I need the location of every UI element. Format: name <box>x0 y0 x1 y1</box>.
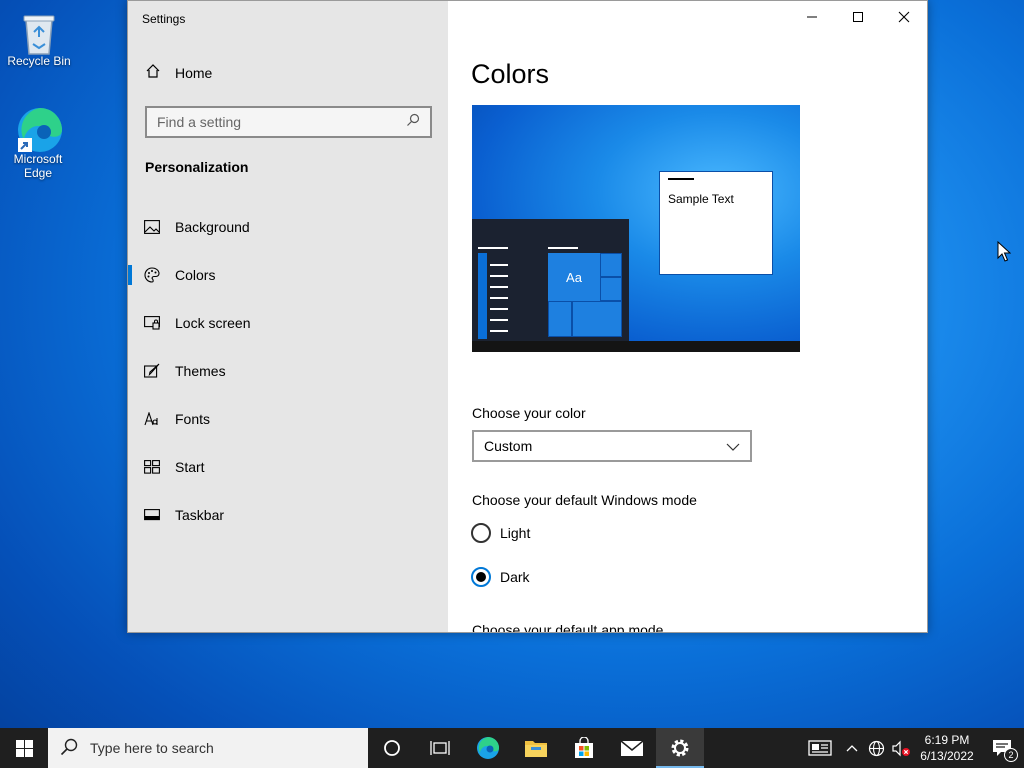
notification-badge: 2 <box>1004 748 1018 762</box>
taskbar-settings-button[interactable] <box>656 728 704 768</box>
dark-label: Dark <box>500 569 530 585</box>
news-button[interactable] <box>800 728 840 768</box>
preview-start-menu: Aa <box>472 219 629 341</box>
app-mode-label: Choose your default app mode <box>472 622 664 632</box>
nav-item-label: Background <box>175 219 250 235</box>
volume-button[interactable] <box>888 728 914 768</box>
lock-screen-icon <box>144 315 160 331</box>
nav-item-themes[interactable]: Themes <box>128 347 448 395</box>
cortana-button[interactable] <box>368 728 416 768</box>
taskbar-search-placeholder: Type here to search <box>90 740 214 756</box>
home-icon <box>145 63 161 82</box>
fonts-icon <box>144 411 160 427</box>
choose-color-label: Choose your color <box>472 405 586 421</box>
nav-item-taskbar[interactable]: Taskbar <box>128 491 448 539</box>
task-view-button[interactable] <box>416 728 464 768</box>
preview-sample-window: Sample Text <box>659 171 773 275</box>
picture-icon <box>144 219 160 235</box>
store-icon <box>575 737 593 758</box>
edge-icon <box>477 737 499 759</box>
taskbar-file-explorer-button[interactable] <box>512 728 560 768</box>
page-title: Colors <box>471 59 550 89</box>
nav-item-background[interactable]: Background <box>128 203 448 251</box>
settings-nav-pane: Settings Home Personalization Background… <box>128 1 448 632</box>
desktop-icon-recycle-bin[interactable]: Recycle Bin <box>3 8 75 68</box>
home-link[interactable]: Home <box>145 63 212 82</box>
nav-item-label: Colors <box>175 267 216 283</box>
brush-icon <box>144 363 160 379</box>
section-header: Personalization <box>145 159 249 175</box>
nav-item-start[interactable]: Start <box>128 443 448 491</box>
clock-date: 6/13/2022 <box>920 749 974 763</box>
taskbar-clock[interactable]: 6:19 PM 6/13/2022 <box>914 732 980 764</box>
taskbar-edge-button[interactable] <box>464 728 512 768</box>
network-button[interactable] <box>864 728 888 768</box>
preview-sample-text: Sample Text <box>668 192 734 206</box>
taskbar-mail-button[interactable] <box>608 728 656 768</box>
nav-item-label: Fonts <box>175 411 211 427</box>
dark-radio[interactable] <box>471 567 491 587</box>
settings-window: Settings Home Personalization Background… <box>127 0 928 633</box>
desktop-icon-label: Microsoft Edge <box>13 152 63 180</box>
cortana-icon <box>384 740 400 756</box>
folder-icon <box>525 741 547 757</box>
nav-item-label: Taskbar <box>175 507 225 523</box>
mail-icon <box>620 740 644 756</box>
light-radio[interactable] <box>471 523 491 543</box>
find-setting-search[interactable] <box>145 106 432 138</box>
choose-color-value: Custom <box>484 438 533 454</box>
show-hidden-icons-button[interactable] <box>840 728 864 768</box>
mouse-cursor-icon <box>997 240 1012 268</box>
clock-time: 6:19 PM <box>924 733 970 747</box>
task-view-icon <box>430 741 450 755</box>
globe-icon <box>868 740 884 756</box>
windows-mode-light-option[interactable]: Light <box>471 523 530 543</box>
action-center-button[interactable]: 2 <box>980 728 1024 768</box>
nav-item-label: Lock screen <box>175 315 251 331</box>
personalization-nav-list: Background Colors Lock screen Themes Fon… <box>128 203 448 539</box>
search-icon <box>60 738 78 759</box>
desktop-icon-edge[interactable]: Microsoft Edge <box>2 106 74 180</box>
nav-item-colors[interactable]: Colors <box>128 251 448 299</box>
chevron-down-icon <box>726 438 740 454</box>
preview-taskbar <box>472 341 800 352</box>
palette-icon <box>144 267 160 283</box>
nav-item-label: Start <box>175 459 205 475</box>
home-label: Home <box>175 64 213 81</box>
windows-logo-icon <box>15 739 33 757</box>
window-title: Settings <box>142 12 186 26</box>
desktop-icon-label: Recycle Bin <box>7 54 71 68</box>
light-label: Light <box>500 525 531 541</box>
taskbar-icon <box>144 507 160 523</box>
start-icon <box>144 459 160 475</box>
system-tray: 6:19 PM 6/13/2022 2 <box>800 728 1024 768</box>
news-icon <box>808 740 832 756</box>
choose-color-dropdown[interactable]: Custom <box>472 430 752 462</box>
chevron-up-icon <box>846 745 858 752</box>
colors-content: Colors Aa Sample Text Choose your color … <box>448 1 927 632</box>
nav-item-fonts[interactable]: Fonts <box>128 395 448 443</box>
start-button[interactable] <box>0 728 48 768</box>
nav-item-lock-screen[interactable]: Lock screen <box>128 299 448 347</box>
taskbar: Type here to search 6:19 PM 6/13/2022 2 <box>0 728 1024 768</box>
find-setting-input[interactable] <box>157 114 406 130</box>
windows-mode-label: Choose your default Windows mode <box>472 492 697 508</box>
search-icon[interactable] <box>406 113 420 132</box>
recycle-bin-icon <box>17 8 61 55</box>
edge-icon <box>16 106 62 152</box>
taskbar-store-button[interactable] <box>560 728 608 768</box>
theme-preview: Aa Sample Text <box>472 105 800 352</box>
taskbar-search-box[interactable]: Type here to search <box>48 728 368 768</box>
windows-mode-dark-option[interactable]: Dark <box>471 567 530 587</box>
nav-item-label: Themes <box>175 363 226 379</box>
preview-tile: Aa <box>548 253 600 301</box>
volume-muted-icon <box>892 740 910 756</box>
gear-icon <box>671 739 689 757</box>
